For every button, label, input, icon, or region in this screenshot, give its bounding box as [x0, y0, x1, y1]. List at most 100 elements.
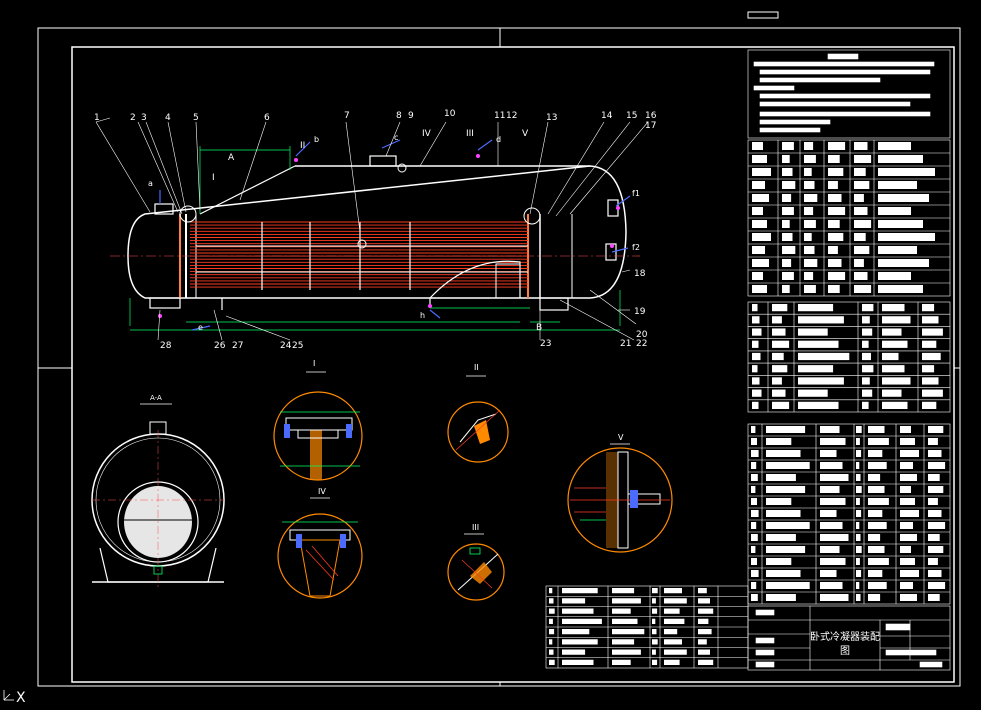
table-text-glyph	[664, 659, 680, 665]
table-text-glyph	[752, 259, 769, 267]
table-text-glyph	[752, 389, 762, 397]
table-text-glyph	[868, 522, 887, 529]
table-text-glyph	[854, 142, 868, 150]
table-text-glyph	[804, 207, 814, 215]
table-text-glyph	[820, 558, 846, 565]
table-text-glyph	[922, 365, 935, 373]
table-text-glyph	[856, 558, 860, 565]
table-text-glyph	[698, 598, 710, 604]
nozzle-label: b	[314, 135, 319, 144]
table-text-glyph	[752, 246, 765, 254]
table-text-glyph	[562, 639, 598, 645]
table-text-glyph	[882, 328, 902, 336]
nozzle-label: f2	[632, 243, 640, 252]
table-text-glyph	[798, 340, 839, 348]
table-text-glyph	[854, 220, 872, 228]
table-text-glyph	[878, 246, 917, 254]
table-text-glyph	[862, 377, 870, 385]
part-label: 13	[546, 113, 557, 123]
ucs-x-label: X	[16, 690, 26, 706]
table-text-glyph	[766, 558, 792, 565]
table-text-glyph	[868, 486, 885, 493]
table-text-glyph	[752, 168, 771, 176]
nozzle-label: e	[198, 323, 203, 332]
section-mark: III	[466, 129, 474, 139]
table-text-glyph	[856, 498, 860, 505]
table-text-glyph	[900, 582, 913, 589]
table-text-glyph	[828, 220, 840, 228]
table-text-glyph	[751, 594, 758, 601]
table-text-glyph	[868, 450, 883, 457]
table-text-glyph	[862, 401, 869, 409]
nozzle-label: h	[420, 311, 425, 320]
cad-drawing-canvas[interactable]: 1 2 3 4 5 6 7 8 9 10 11 12 13 14 15 16 1…	[0, 0, 981, 706]
table-text-glyph	[752, 365, 758, 373]
table-text-glyph	[766, 534, 796, 541]
table-text-glyph	[882, 401, 908, 409]
table-text-glyph	[752, 142, 763, 150]
table-text-glyph	[878, 207, 911, 215]
table-text-glyph	[922, 316, 939, 324]
table-text-glyph	[900, 558, 915, 565]
table-text-glyph	[856, 582, 860, 589]
table-text-glyph	[804, 233, 812, 241]
table-text-glyph	[798, 365, 834, 373]
table-text-glyph	[772, 401, 790, 409]
table-text-glyph	[856, 426, 862, 433]
part-leaders	[95, 117, 649, 341]
table-text-glyph	[804, 155, 816, 163]
table-text-glyph	[854, 194, 864, 202]
table-text-glyph	[752, 377, 760, 385]
table-text-glyph	[562, 608, 594, 614]
table-text-glyph	[549, 649, 554, 655]
table-text-glyph	[549, 618, 553, 624]
table-text-glyph	[820, 474, 849, 481]
table-text-glyph	[928, 522, 946, 529]
table-text-glyph	[828, 272, 846, 280]
table-text-glyph	[751, 534, 758, 541]
table-text-glyph	[698, 649, 710, 655]
table-text-glyph	[698, 639, 707, 645]
table-text-glyph	[804, 194, 818, 202]
table-text-glyph	[928, 594, 940, 601]
table-text-glyph	[922, 328, 943, 336]
table-text-glyph	[652, 588, 658, 594]
part-label: 23	[540, 339, 551, 349]
table-text-glyph	[766, 438, 792, 445]
detail-i: I	[273, 359, 363, 481]
table-text-glyph	[868, 474, 881, 481]
table-text-glyph	[928, 498, 938, 505]
table-text-glyph	[549, 588, 553, 594]
table-text-glyph	[854, 155, 872, 163]
view-aa-label: A-A	[150, 394, 162, 402]
part-label: 22	[636, 339, 647, 349]
table-text-glyph	[664, 598, 687, 604]
table-text-glyph	[900, 510, 919, 517]
table-text-glyph	[854, 285, 872, 293]
table-text-glyph	[878, 259, 929, 267]
table-text-glyph	[752, 340, 759, 348]
table-text-glyph	[862, 352, 871, 361]
section-a-label: A	[228, 153, 235, 163]
table-text-glyph	[772, 377, 782, 385]
part-label: 21	[620, 339, 631, 349]
table-text-glyph	[854, 168, 866, 176]
table-text-glyph	[856, 462, 860, 469]
table-text-glyph	[928, 534, 940, 541]
table-text-glyph	[652, 618, 656, 624]
part-label: 2	[130, 113, 136, 123]
table-text-glyph	[820, 582, 843, 589]
table-text-glyph	[751, 522, 757, 529]
table-text-glyph	[766, 450, 801, 457]
technical-requirements	[747, 49, 951, 139]
table-text-glyph	[820, 510, 837, 517]
part-label: 10	[444, 109, 456, 119]
table-text-glyph	[878, 155, 923, 163]
table-text-glyph	[882, 316, 911, 324]
table-text-glyph	[549, 659, 555, 665]
table-text-glyph	[752, 285, 767, 293]
table-text-glyph	[798, 316, 844, 324]
table-text-glyph	[562, 629, 590, 635]
table-text-glyph	[882, 340, 908, 348]
table-text-glyph	[549, 598, 554, 604]
